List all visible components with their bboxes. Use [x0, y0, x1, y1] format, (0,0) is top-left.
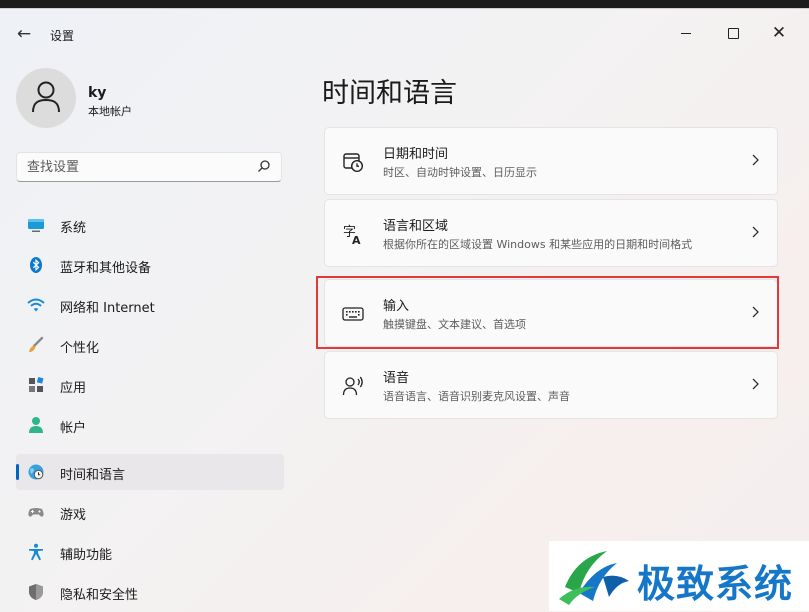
sidebar-item-label: 应用: [60, 381, 87, 396]
close-button[interactable]: ✕: [756, 19, 802, 47]
sidebar-item-apps[interactable]: 应用: [16, 367, 284, 403]
globe-clock-icon: [28, 464, 44, 480]
close-icon: ✕: [771, 23, 787, 43]
card-title: 日期和时间: [383, 147, 449, 162]
gamepad-icon: [28, 508, 44, 517]
search-icon[interactable]: [257, 159, 271, 173]
card-title: 语言和区域: [383, 219, 449, 234]
minimize-icon: [681, 32, 691, 34]
sidebar-item-privacy[interactable]: 隐私和安全性: [16, 574, 284, 610]
account-type: 本地帐户: [88, 105, 132, 118]
svg-text:A: A: [352, 234, 361, 245]
watermark-logo-icon: [559, 551, 629, 605]
maximize-button[interactable]: [710, 19, 756, 47]
settings-window: ← 设置 ✕ ky 本地帐户 系统 蓝牙和其他设备: [0, 8, 809, 612]
app-title: 设置: [50, 29, 75, 43]
page-title: 时间和语言: [322, 78, 457, 109]
sidebar-item-gaming[interactable]: 游戏: [16, 494, 284, 530]
sidebar-item-bluetooth[interactable]: 蓝牙和其他设备: [16, 247, 284, 283]
avatar[interactable]: [16, 68, 76, 128]
sidebar-item-accounts[interactable]: 帐户: [16, 407, 284, 443]
monitor-icon: [28, 219, 44, 232]
calendar-clock-icon: [343, 153, 364, 173]
person-avatar-icon: [32, 81, 60, 113]
sidebar-item-label: 系统: [60, 221, 87, 236]
sidebar-item-label: 个性化: [60, 341, 100, 356]
chevron-right-icon: [752, 154, 759, 166]
card-language-region[interactable]: 字 A 语言和区域 根据你所在的区域设置 Windows 和某些应用的日期和时间…: [324, 199, 778, 267]
sidebar-item-time-language[interactable]: 时间和语言: [16, 454, 284, 490]
sidebar-item-label: 游戏: [60, 508, 87, 523]
sidebar-item-label: 蓝牙和其他设备: [60, 261, 152, 276]
brush-icon: [29, 336, 44, 353]
sidebar-item-accessibility[interactable]: 辅助功能: [16, 534, 284, 570]
user-name: ky: [88, 85, 107, 101]
card-title: 语音: [383, 371, 410, 386]
sidebar-item-network[interactable]: 网络和 Internet: [16, 287, 284, 323]
card-subtitle: 时区、自动时钟设置、日历显示: [383, 166, 537, 179]
chevron-right-icon: [752, 226, 759, 238]
apps-icon: [29, 376, 44, 392]
watermark-text: 极致系统: [637, 562, 794, 606]
person-icon: [29, 417, 43, 433]
card-speech[interactable]: 语音 语音语言、语音识别麦克风设置、声音: [324, 351, 778, 419]
sidebar-item-label: 辅助功能: [60, 548, 113, 563]
sidebar-item-personalization[interactable]: 个性化: [16, 327, 284, 363]
sidebar-item-label: 网络和 Internet: [60, 301, 155, 316]
accessibility-icon: [29, 543, 43, 561]
chevron-right-icon: [752, 378, 759, 390]
minimize-button[interactable]: [663, 19, 709, 47]
sidebar-item-label: 时间和语言: [60, 468, 126, 483]
card-subtitle: 根据你所在的区域设置 Windows 和某些应用的日期和时间格式: [383, 238, 693, 251]
watermark: 极致系统: [549, 541, 809, 611]
language-icon: 字 A: [343, 225, 361, 245]
maximize-icon: [727, 27, 739, 39]
search-input[interactable]: [27, 159, 247, 175]
wifi-icon: [27, 298, 45, 312]
back-arrow-icon[interactable]: ←: [15, 25, 33, 43]
sidebar-item-label: 隐私和安全性: [60, 588, 139, 603]
bluetooth-icon: [30, 257, 42, 273]
card-subtitle: 语音语言、语音识别麦克风设置、声音: [383, 390, 570, 403]
shield-icon: [29, 584, 43, 600]
sidebar-item-system[interactable]: 系统: [16, 207, 284, 243]
speech-icon: [342, 376, 363, 396]
card-date-time[interactable]: 日期和时间 时区、自动时钟设置、日历显示: [324, 127, 778, 195]
sidebar-item-label: 帐户: [60, 421, 87, 436]
active-indicator: [16, 464, 19, 480]
highlight-box: [316, 276, 779, 349]
search-box[interactable]: [16, 152, 282, 182]
